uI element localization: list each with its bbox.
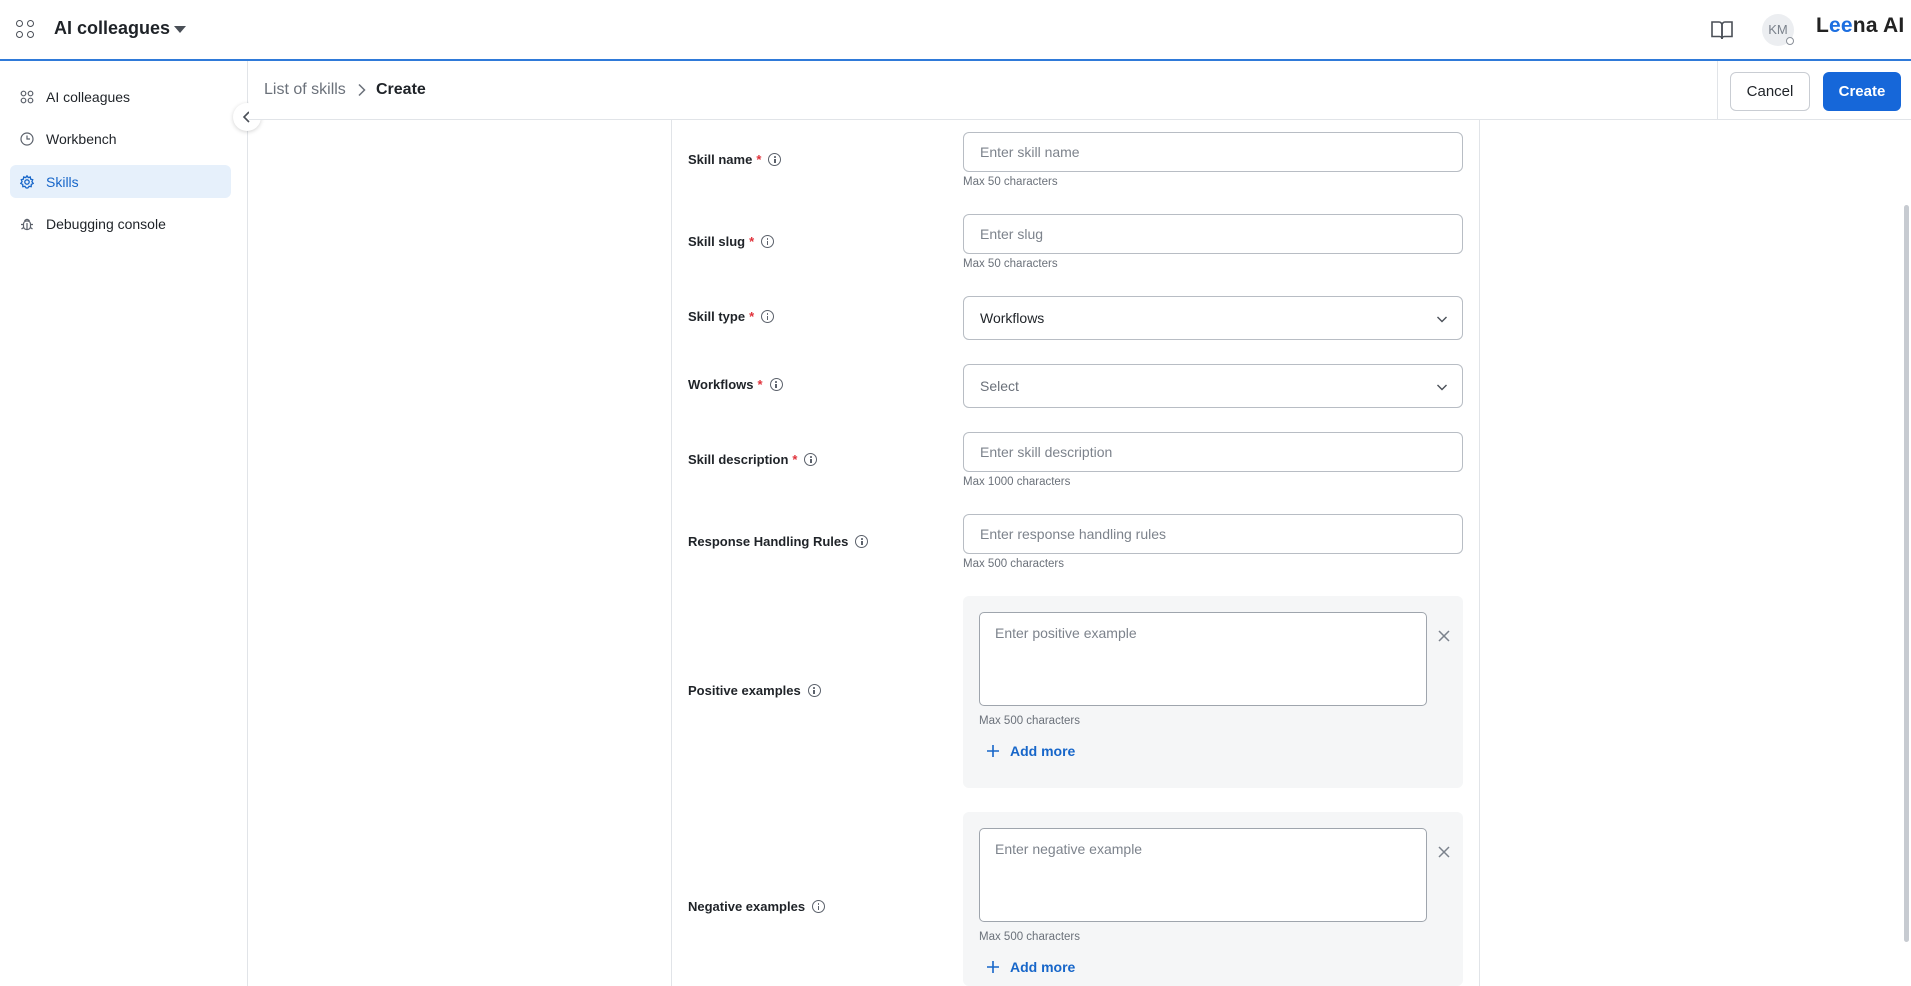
sidebar-item-label: AI colleagues (46, 88, 131, 105)
skill-description-label: Skill description * (688, 452, 818, 467)
add-more-label: Add more (1010, 743, 1076, 759)
colleagues-icon (20, 90, 34, 103)
positive-examples-box: Max 500 characters Add more (963, 596, 1463, 788)
scrollbar[interactable] (1904, 205, 1909, 942)
skill-slug-label: Skill slug * (688, 234, 775, 249)
skill-type-label: Skill type * (688, 309, 775, 324)
skill-name-hint: Max 50 characters (963, 176, 1058, 188)
page-header: List of skills Create Cancel Create (249, 61, 1911, 120)
field-label-text: Skill name (688, 152, 753, 167)
info-icon[interactable] (761, 310, 775, 323)
field-label-text: Workflows (688, 377, 754, 392)
book-icon[interactable] (1710, 19, 1734, 41)
sidebar: AI colleagues Workbench Skills Debugging… (0, 61, 248, 986)
close-icon[interactable] (1437, 629, 1451, 643)
bug-icon (21, 218, 33, 230)
skill-slug-input[interactable] (963, 214, 1463, 254)
clock-icon (20, 131, 34, 146)
sidebar-item-debugging-console[interactable]: Debugging console (10, 207, 231, 240)
workflows-label: Workflows * (688, 377, 783, 392)
add-negative-example-button[interactable]: Add more (986, 956, 1075, 978)
plus-icon (987, 745, 999, 757)
info-icon[interactable] (807, 684, 821, 697)
field-label-text: Skill description (688, 452, 789, 467)
sidebar-item-label: Debugging console (46, 215, 166, 232)
skill-type-value: Workflows (980, 310, 1045, 326)
skill-name-input[interactable] (963, 132, 1463, 172)
chevron-right-icon (358, 83, 366, 97)
negative-example-input[interactable] (979, 828, 1427, 922)
workflows-select[interactable]: Select (963, 364, 1463, 408)
skill-type-select[interactable]: Workflows (963, 296, 1463, 340)
negative-examples-box: Max 500 characters Add more (963, 812, 1463, 986)
field-label-text: Negative examples (688, 899, 806, 914)
create-button[interactable]: Create (1823, 72, 1901, 111)
plus-icon (987, 961, 999, 973)
page-title: Create (376, 81, 426, 98)
sidebar-item-skills[interactable]: Skills (10, 165, 231, 198)
field-label-text: Skill type (688, 309, 746, 324)
info-icon[interactable] (812, 900, 826, 913)
info-icon[interactable] (804, 453, 818, 466)
field-label-text: Response Handling Rules (688, 534, 849, 549)
sidebar-item-ai-colleagues[interactable]: AI colleagues (10, 80, 231, 113)
workflows-value: Select (980, 378, 1019, 394)
info-icon[interactable] (855, 535, 869, 548)
required-marker: * (749, 234, 755, 249)
logo-prefix: L (1816, 14, 1830, 37)
info-icon[interactable] (761, 235, 775, 248)
response-rules-label: Response Handling Rules (688, 534, 869, 549)
info-icon[interactable] (769, 378, 783, 391)
close-icon[interactable] (1437, 845, 1451, 859)
skill-description-input[interactable] (963, 432, 1463, 472)
status-indicator (1786, 37, 1794, 45)
gear-icon (20, 174, 34, 189)
app-title[interactable]: AI colleagues (54, 18, 170, 39)
negative-example-hint: Max 500 characters (979, 931, 1080, 943)
cancel-button[interactable]: Cancel (1730, 72, 1810, 111)
skill-description-hint: Max 1000 characters (963, 476, 1071, 488)
required-marker: * (756, 152, 762, 167)
add-more-label: Add more (1010, 959, 1076, 975)
sidebar-item-workbench[interactable]: Workbench (10, 122, 231, 155)
required-marker: * (792, 452, 798, 467)
skill-slug-hint: Max 50 characters (963, 258, 1058, 270)
logo-ee: ee (1829, 14, 1853, 37)
positive-example-hint: Max 500 characters (979, 715, 1080, 727)
response-rules-input[interactable] (963, 514, 1463, 554)
company-logo: Leena AI (1816, 14, 1904, 38)
sidebar-item-label: Workbench (46, 130, 117, 147)
required-marker: * (757, 377, 763, 392)
info-icon[interactable] (768, 153, 782, 166)
add-positive-example-button[interactable]: Add more (986, 740, 1075, 762)
required-marker: * (749, 309, 755, 324)
chevron-down-icon (1437, 316, 1447, 323)
positive-examples-label: Positive examples (688, 683, 821, 698)
negative-examples-label: Negative examples (688, 899, 826, 914)
caret-down-icon[interactable] (174, 26, 186, 33)
field-label-text: Skill slug (688, 234, 746, 249)
breadcrumb-root-link[interactable]: List of skills (264, 81, 346, 99)
response-rules-hint: Max 500 characters (963, 558, 1064, 570)
positive-example-input[interactable] (979, 612, 1427, 706)
sidebar-item-label: Skills (46, 173, 79, 190)
chevron-down-icon (1437, 384, 1447, 391)
header-divider (1717, 61, 1718, 119)
top-bar: AI colleagues KM Leena AI (0, 0, 1911, 61)
logo-suffix: na AI (1852, 14, 1905, 37)
apps-grid-icon[interactable] (16, 20, 34, 38)
skill-name-label: Skill name * (688, 152, 782, 167)
field-label-text: Positive examples (688, 683, 801, 698)
